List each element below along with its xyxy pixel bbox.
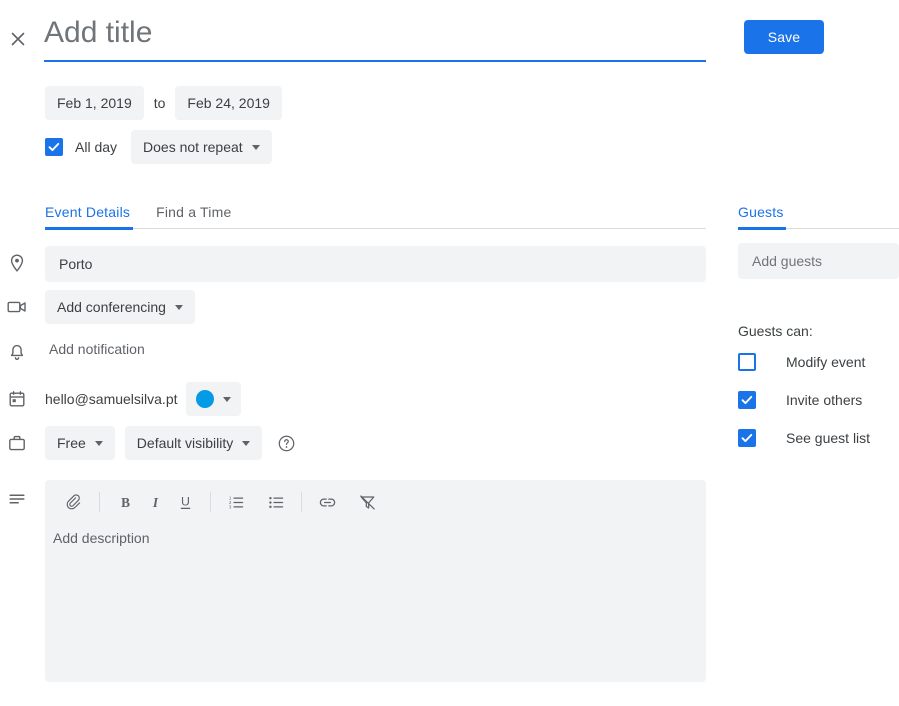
permission-label: Modify event — [786, 354, 866, 370]
description-toolbar: B I U 1 2 3 — [45, 480, 706, 524]
repeat-dropdown[interactable]: Does not repeat — [131, 130, 272, 164]
date-range-row: Feb 1, 2019 to Feb 24, 2019 — [45, 86, 282, 120]
description-input[interactable]: Add description — [45, 524, 706, 546]
svg-text:U: U — [181, 494, 190, 508]
briefcase-icon — [6, 432, 28, 454]
toolbar-divider — [99, 492, 100, 512]
event-color-dot — [195, 390, 214, 408]
help-circle-icon[interactable] — [276, 433, 296, 453]
guests-can-label: Guests can: — [738, 323, 813, 339]
bell-icon — [6, 342, 28, 364]
guests-tab-indicator — [738, 227, 786, 230]
numbered-list-icon[interactable]: 1 2 3 — [221, 487, 251, 517]
editor-tabs: Event Details Find a Time — [45, 196, 706, 230]
availability-value: Free — [57, 435, 86, 451]
all-day-row: All day Does not repeat — [45, 130, 272, 164]
tabs-divider — [45, 227, 706, 230]
underline-icon[interactable]: U — [170, 487, 200, 517]
bold-icon[interactable]: B — [110, 487, 140, 517]
chevron-down-icon — [242, 440, 251, 446]
title-underline — [44, 60, 706, 62]
toolbar-divider — [210, 492, 211, 512]
bulleted-list-icon[interactable] — [261, 487, 291, 517]
add-notification-button[interactable]: Add notification — [45, 341, 149, 357]
chevron-down-icon — [251, 144, 260, 150]
svg-text:I: I — [151, 495, 158, 510]
description-box: B I U 1 2 3 Add description — [45, 480, 706, 682]
attach-icon[interactable] — [59, 487, 89, 517]
all-day-label: All day — [75, 139, 118, 155]
permission-row-see-guest-list: See guest list — [738, 423, 899, 453]
event-color-dropdown[interactable] — [185, 382, 241, 416]
chevron-down-icon — [174, 304, 183, 310]
permission-row-modify-event: Modify event — [738, 347, 899, 377]
notification-row: Add notification — [45, 341, 149, 357]
chevron-down-icon — [94, 440, 103, 446]
tab-find-a-time[interactable]: Find a Time — [156, 204, 231, 228]
modify-event-checkbox[interactable] — [738, 353, 756, 371]
calendar-owner-email: hello@samuelsilva.pt — [45, 391, 178, 407]
location-input[interactable] — [45, 246, 706, 282]
notes-icon — [6, 488, 28, 510]
toolbar-divider — [301, 492, 302, 512]
svg-text:B: B — [121, 495, 130, 510]
tab-event-details[interactable]: Event Details — [45, 204, 130, 228]
location-row — [45, 246, 706, 282]
svg-text:3: 3 — [228, 504, 231, 509]
event-title-wrap — [44, 16, 706, 62]
date-range-to-label: to — [153, 95, 166, 111]
link-icon[interactable] — [312, 487, 342, 517]
all-day-checkbox[interactable] — [45, 138, 63, 156]
availability-dropdown[interactable]: Free — [45, 426, 115, 460]
clear-formatting-icon[interactable] — [352, 487, 382, 517]
see-guest-list-checkbox[interactable] — [738, 429, 756, 447]
add-guests-input[interactable] — [738, 243, 899, 279]
repeat-value: Does not repeat — [143, 139, 243, 155]
guests-divider — [738, 227, 899, 230]
video-camera-icon — [6, 296, 28, 318]
end-date-chip[interactable]: Feb 24, 2019 — [175, 86, 282, 120]
add-conferencing-label: Add conferencing — [57, 299, 166, 315]
close-icon[interactable] — [6, 27, 30, 51]
chevron-down-icon — [222, 396, 231, 402]
invite-others-checkbox[interactable] — [738, 391, 756, 409]
add-conferencing-dropdown[interactable]: Add conferencing — [45, 290, 195, 324]
start-date-chip[interactable]: Feb 1, 2019 — [45, 86, 144, 120]
permission-row-invite-others: Invite others — [738, 385, 899, 415]
event-title-input[interactable] — [44, 16, 706, 60]
active-tab-indicator — [45, 227, 133, 230]
location-pin-icon — [6, 252, 28, 274]
permission-label: Invite others — [786, 392, 863, 408]
calendar-icon — [6, 388, 28, 410]
event-editor-header: Save — [0, 0, 899, 80]
visibility-dropdown[interactable]: Default visibility — [124, 426, 263, 460]
availability-visibility-row: Free Default visibility — [45, 426, 296, 460]
italic-icon[interactable]: I — [140, 487, 170, 517]
tab-guests[interactable]: Guests — [738, 204, 784, 228]
visibility-value: Default visibility — [136, 435, 234, 451]
guests-panel: Guests Guests can: Modify event Invite o… — [738, 196, 899, 453]
calendar-owner-row: hello@samuelsilva.pt — [45, 382, 241, 416]
permission-label: See guest list — [786, 430, 871, 446]
save-button[interactable]: Save — [744, 20, 824, 54]
conferencing-row: Add conferencing — [45, 290, 195, 324]
